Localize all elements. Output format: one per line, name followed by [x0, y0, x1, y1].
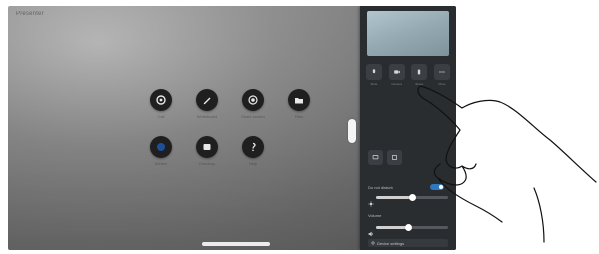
app-label: Call: [157, 114, 165, 119]
brightness-slider[interactable]: [376, 194, 448, 201]
mute-button[interactable]: [366, 64, 382, 80]
call-icon: [150, 89, 172, 111]
gear-icon: [371, 241, 375, 245]
app-label: Webex: [154, 161, 168, 166]
brightness-icon: [368, 194, 374, 207]
pencil-icon: [196, 89, 218, 111]
app-share-screen[interactable]: Share screen: [235, 89, 271, 129]
layout-icon: [391, 154, 398, 161]
more-icon: [438, 68, 446, 76]
stage: Presenter Call Whiteboard Share screen File…: [0, 0, 599, 254]
do-not-disturb-toggle[interactable]: [430, 184, 444, 190]
share-icon: [415, 68, 423, 76]
control-panel: Mute Camera Share More Do not disturb Volum…: [360, 6, 456, 250]
app-label: Whiteboard: [196, 114, 218, 119]
device-screen: Presenter Call Whiteboard Share screen File…: [8, 6, 456, 250]
quick-action-label: Share: [415, 82, 424, 86]
camera-button[interactable]: [388, 64, 405, 80]
brightness-slider-thumb[interactable]: [409, 194, 416, 201]
section-label-dnd: Do not disturb: [368, 185, 393, 190]
device-settings-label: Device settings: [377, 240, 405, 246]
quick-action-label: More: [438, 82, 446, 86]
section-label-volume: Volume: [368, 213, 382, 218]
volume-slider-thumb[interactable]: [405, 224, 413, 231]
quick-actions-row: [366, 64, 450, 80]
volume-slider-fill: [376, 226, 409, 229]
camera-icon: [393, 68, 401, 76]
screen-icon: [372, 154, 379, 161]
quick-action-label: Camera: [391, 82, 402, 86]
volume-slider[interactable]: [376, 224, 448, 231]
microphone-icon: [370, 68, 378, 76]
layout-tile-button[interactable]: [387, 150, 402, 165]
app-label: Directory: [198, 161, 215, 166]
app-call[interactable]: Call: [143, 89, 179, 129]
app-grid: Call Whiteboard Share screen Files Webex Dire…: [133, 84, 343, 184]
screen-tile-button[interactable]: [368, 150, 383, 165]
brightness-slider-fill: [376, 196, 412, 199]
folder-icon: [288, 89, 310, 111]
app-label: Help: [248, 161, 258, 166]
app-label: Share screen: [241, 114, 265, 119]
app-pencil[interactable]: Whiteboard: [189, 89, 225, 129]
more-button[interactable]: [433, 64, 450, 80]
panel-drag-handle[interactable]: [348, 119, 356, 143]
webex-icon: [150, 136, 172, 158]
app-contacts[interactable]: Directory: [189, 136, 225, 176]
tile-row: [368, 150, 402, 165]
app-help[interactable]: Help: [235, 136, 271, 176]
app-folder[interactable]: Files: [281, 89, 317, 129]
home-indicator[interactable]: [202, 242, 270, 246]
quick-action-label: Mute: [370, 82, 378, 86]
help-icon: [242, 136, 264, 158]
app-webex[interactable]: Webex: [143, 136, 179, 176]
toggle-knob: [439, 185, 443, 189]
quick-actions-labels: Mute Camera Share More: [366, 82, 450, 86]
app-label: Files: [294, 114, 304, 119]
share-button[interactable]: [411, 64, 428, 80]
share-screen-icon: [242, 89, 264, 111]
contacts-icon: [196, 136, 218, 158]
device-settings-button[interactable]: Device settings: [368, 239, 448, 247]
speaker-icon: [368, 224, 374, 237]
top-left-label: Presenter: [16, 11, 44, 17]
self-view-preview[interactable]: [367, 11, 449, 56]
